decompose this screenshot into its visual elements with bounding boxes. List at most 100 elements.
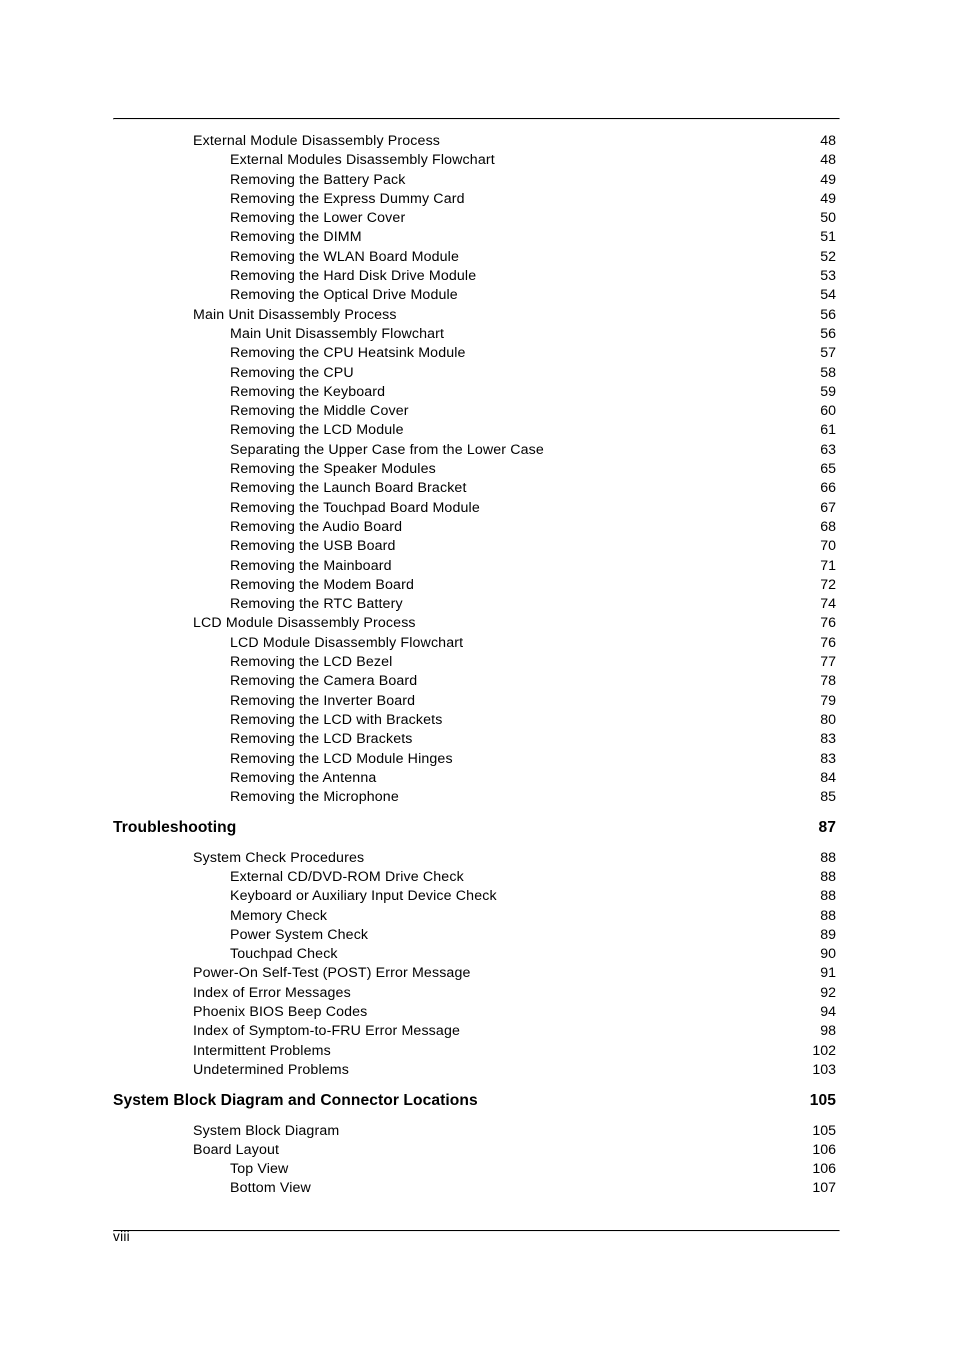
toc-entry-title: Main Unit Disassembly Process: [193, 306, 397, 323]
toc-entry-title: System Check Procedures: [193, 849, 365, 866]
toc-entry-title: Removing the LCD Brackets: [230, 731, 413, 748]
toc-entry-title: Removing the LCD Module Hinges: [230, 750, 453, 767]
toc-entry[interactable]: System Block Diagram 105: [0, 1122, 954, 1141]
toc-entry[interactable]: Touchpad Check 90: [0, 945, 954, 964]
toc-entry-title: Memory Check: [230, 907, 328, 924]
toc-entry[interactable]: Bottom View 107: [0, 1179, 954, 1198]
toc-entry[interactable]: Removing the CPU Heatsink Module 57: [0, 344, 954, 363]
toc-entry[interactable]: Removing the RTC Battery 74: [0, 595, 954, 614]
document-page: External Module Disassembly Process 48 Ext…: [0, 0, 954, 1350]
toc-entry[interactable]: Removing the LCD with Brackets 80: [0, 711, 954, 730]
toc-entry-title: System Block Diagram and Connector Locat…: [113, 1091, 478, 1109]
toc-entry-title: Phoenix BIOS Beep Codes: [193, 1004, 368, 1021]
toc-entry[interactable]: Removing the LCD Module 61: [0, 421, 954, 440]
toc-entry[interactable]: Removing the Keyboard 59: [0, 383, 954, 402]
toc-entry-page-number: 49: [820, 190, 836, 207]
toc-entry[interactable]: External CD/DVD-ROM Drive Check 88: [0, 868, 954, 887]
header-rule: [113, 118, 840, 120]
toc-entry-title: Removing the CPU Heatsink Module: [230, 345, 466, 362]
toc-entry-page-number: 48: [820, 133, 836, 149]
toc-entry-page-number: 79: [820, 692, 836, 709]
toc-entry-page-number: 61: [820, 422, 836, 439]
toc-entry-page-number: 91: [820, 965, 836, 982]
toc-entry[interactable]: Separating the Upper Case from the Lower…: [0, 441, 954, 460]
toc-entry-page-number: 53: [820, 268, 836, 285]
toc-entry-page-number: 76: [820, 634, 836, 651]
toc-entry-page-number: 94: [820, 1004, 836, 1021]
toc-entry[interactable]: Removing the Battery Pack 49: [0, 171, 954, 190]
toc-entry[interactable]: Removing the Inverter Board 79: [0, 692, 954, 711]
toc-chapter-entry[interactable]: System Block Diagram and Connector Locat…: [0, 1091, 954, 1110]
toc-entry[interactable]: Removing the Speaker Modules 65: [0, 460, 954, 479]
toc-entry-title: Removing the Microphone: [230, 789, 399, 806]
toc-entry-page-number: 50: [820, 210, 836, 227]
toc-entry[interactable]: Removing the LCD Bezel 77: [0, 653, 954, 672]
toc-entry-title: Removing the Battery Pack: [230, 171, 406, 188]
toc-chapter-entry[interactable]: Troubleshooting 87: [0, 818, 954, 837]
toc-entry-title: LCD Module Disassembly Process: [193, 615, 416, 632]
toc-entry[interactable]: Undetermined Problems 103: [0, 1061, 954, 1080]
toc-entry[interactable]: Removing the Modem Board 72: [0, 576, 954, 595]
toc-entry[interactable]: System Check Procedures 88: [0, 849, 954, 868]
toc-entry[interactable]: Removing the DIMM 51: [0, 228, 954, 247]
toc-entry[interactable]: Removing the Middle Cover 60: [0, 402, 954, 421]
toc-entry[interactable]: Removing the Express Dummy Card 49: [0, 190, 954, 209]
toc-entry[interactable]: Removing the Hard Disk Drive Module 53: [0, 267, 954, 286]
toc-entry[interactable]: Keyboard or Auxiliary Input Device Check…: [0, 887, 954, 906]
toc-entry-title: Removing the Lower Cover: [230, 210, 406, 227]
toc-entry[interactable]: Memory Check 88: [0, 907, 954, 926]
toc-entry-title: Bottom View: [230, 1180, 311, 1197]
toc-entry-page-number: 83: [820, 750, 836, 767]
toc-entry[interactable]: External Modules Disassembly Flowchart 48: [0, 151, 954, 170]
toc-entry[interactable]: Index of Symptom-to-FRU Error Message 98: [0, 1022, 954, 1041]
toc-entry[interactable]: Removing the Antenna 84: [0, 769, 954, 788]
toc-entry[interactable]: Power System Check 89: [0, 926, 954, 945]
toc-entry[interactable]: Removing the LCD Brackets 83: [0, 730, 954, 749]
toc-entry-page-number: 78: [820, 673, 836, 690]
toc-entry[interactable]: Removing the LCD Module Hinges 83: [0, 750, 954, 769]
toc-entry[interactable]: Phoenix BIOS Beep Codes 94: [0, 1003, 954, 1022]
toc-entry-page-number: 67: [820, 499, 836, 516]
toc-entry[interactable]: Main Unit Disassembly Flowchart 56: [0, 325, 954, 344]
toc-entry[interactable]: Removing the Optical Drive Module 54: [0, 286, 954, 305]
toc-entry[interactable]: Removing the Camera Board 78: [0, 672, 954, 691]
toc-entry[interactable]: Removing the Touchpad Board Module 67: [0, 499, 954, 518]
toc-entry-title: Board Layout: [193, 1141, 280, 1158]
toc-entry-page-number: 72: [820, 576, 836, 593]
toc-entry[interactable]: Main Unit Disassembly Process 56: [0, 306, 954, 325]
toc-entry-page-number: 57: [820, 345, 836, 362]
toc-entry[interactable]: Removing the Microphone 85: [0, 788, 954, 807]
toc-entry-title: Main Unit Disassembly Flowchart: [230, 325, 445, 342]
toc-entry-page-number: 89: [820, 926, 836, 943]
toc-entry[interactable]: Removing the Audio Board 68: [0, 518, 954, 537]
toc-entry[interactable]: Removing the Mainboard 71: [0, 557, 954, 576]
toc-entry-page-number: 51: [820, 229, 836, 246]
toc-entry[interactable]: Power-On Self-Test (POST) Error Message 9…: [0, 964, 954, 983]
toc-entry-title: Removing the Camera Board: [230, 673, 418, 690]
toc-entry-title: Removing the Keyboard: [230, 383, 386, 400]
toc-entry-title: Removing the DIMM: [230, 229, 362, 246]
toc-entry[interactable]: External Module Disassembly Process 48: [0, 132, 954, 151]
toc-entry-title: Removing the Optical Drive Module: [230, 287, 458, 304]
toc-entry[interactable]: Index of Error Messages 92: [0, 984, 954, 1003]
toc-entry-title: Removing the Audio Board: [230, 518, 403, 535]
toc-entry[interactable]: Board Layout 106: [0, 1141, 954, 1160]
toc-entry[interactable]: Removing the WLAN Board Module 52: [0, 248, 954, 267]
toc-entry[interactable]: Removing the Lower Cover 50: [0, 209, 954, 228]
toc-entry-title: System Block Diagram: [193, 1122, 340, 1139]
toc-entry-page-number: 106: [812, 1161, 836, 1178]
toc-entry[interactable]: LCD Module Disassembly Flowchart 76: [0, 634, 954, 653]
toc-entry-title: Removing the Mainboard: [230, 557, 392, 574]
toc-entry[interactable]: Top View 106: [0, 1160, 954, 1179]
toc-entry[interactable]: Removing the CPU 58: [0, 364, 954, 383]
toc-entry-page-number: 68: [820, 518, 836, 535]
toc-entry-page-number: 85: [820, 789, 836, 806]
toc-entry[interactable]: Intermittent Problems 102: [0, 1042, 954, 1061]
toc-entry-page-number: 56: [820, 306, 836, 323]
toc-entry[interactable]: LCD Module Disassembly Process 76: [0, 614, 954, 633]
toc-entry[interactable]: Removing the USB Board 70: [0, 537, 954, 556]
toc-entry-title: Removing the Middle Cover: [230, 403, 409, 420]
toc-entry-title: Removing the USB Board: [230, 538, 396, 555]
toc-entry[interactable]: Removing the Launch Board Bracket 66: [0, 479, 954, 498]
toc-entry-title: Removing the Hard Disk Drive Module: [230, 268, 477, 285]
